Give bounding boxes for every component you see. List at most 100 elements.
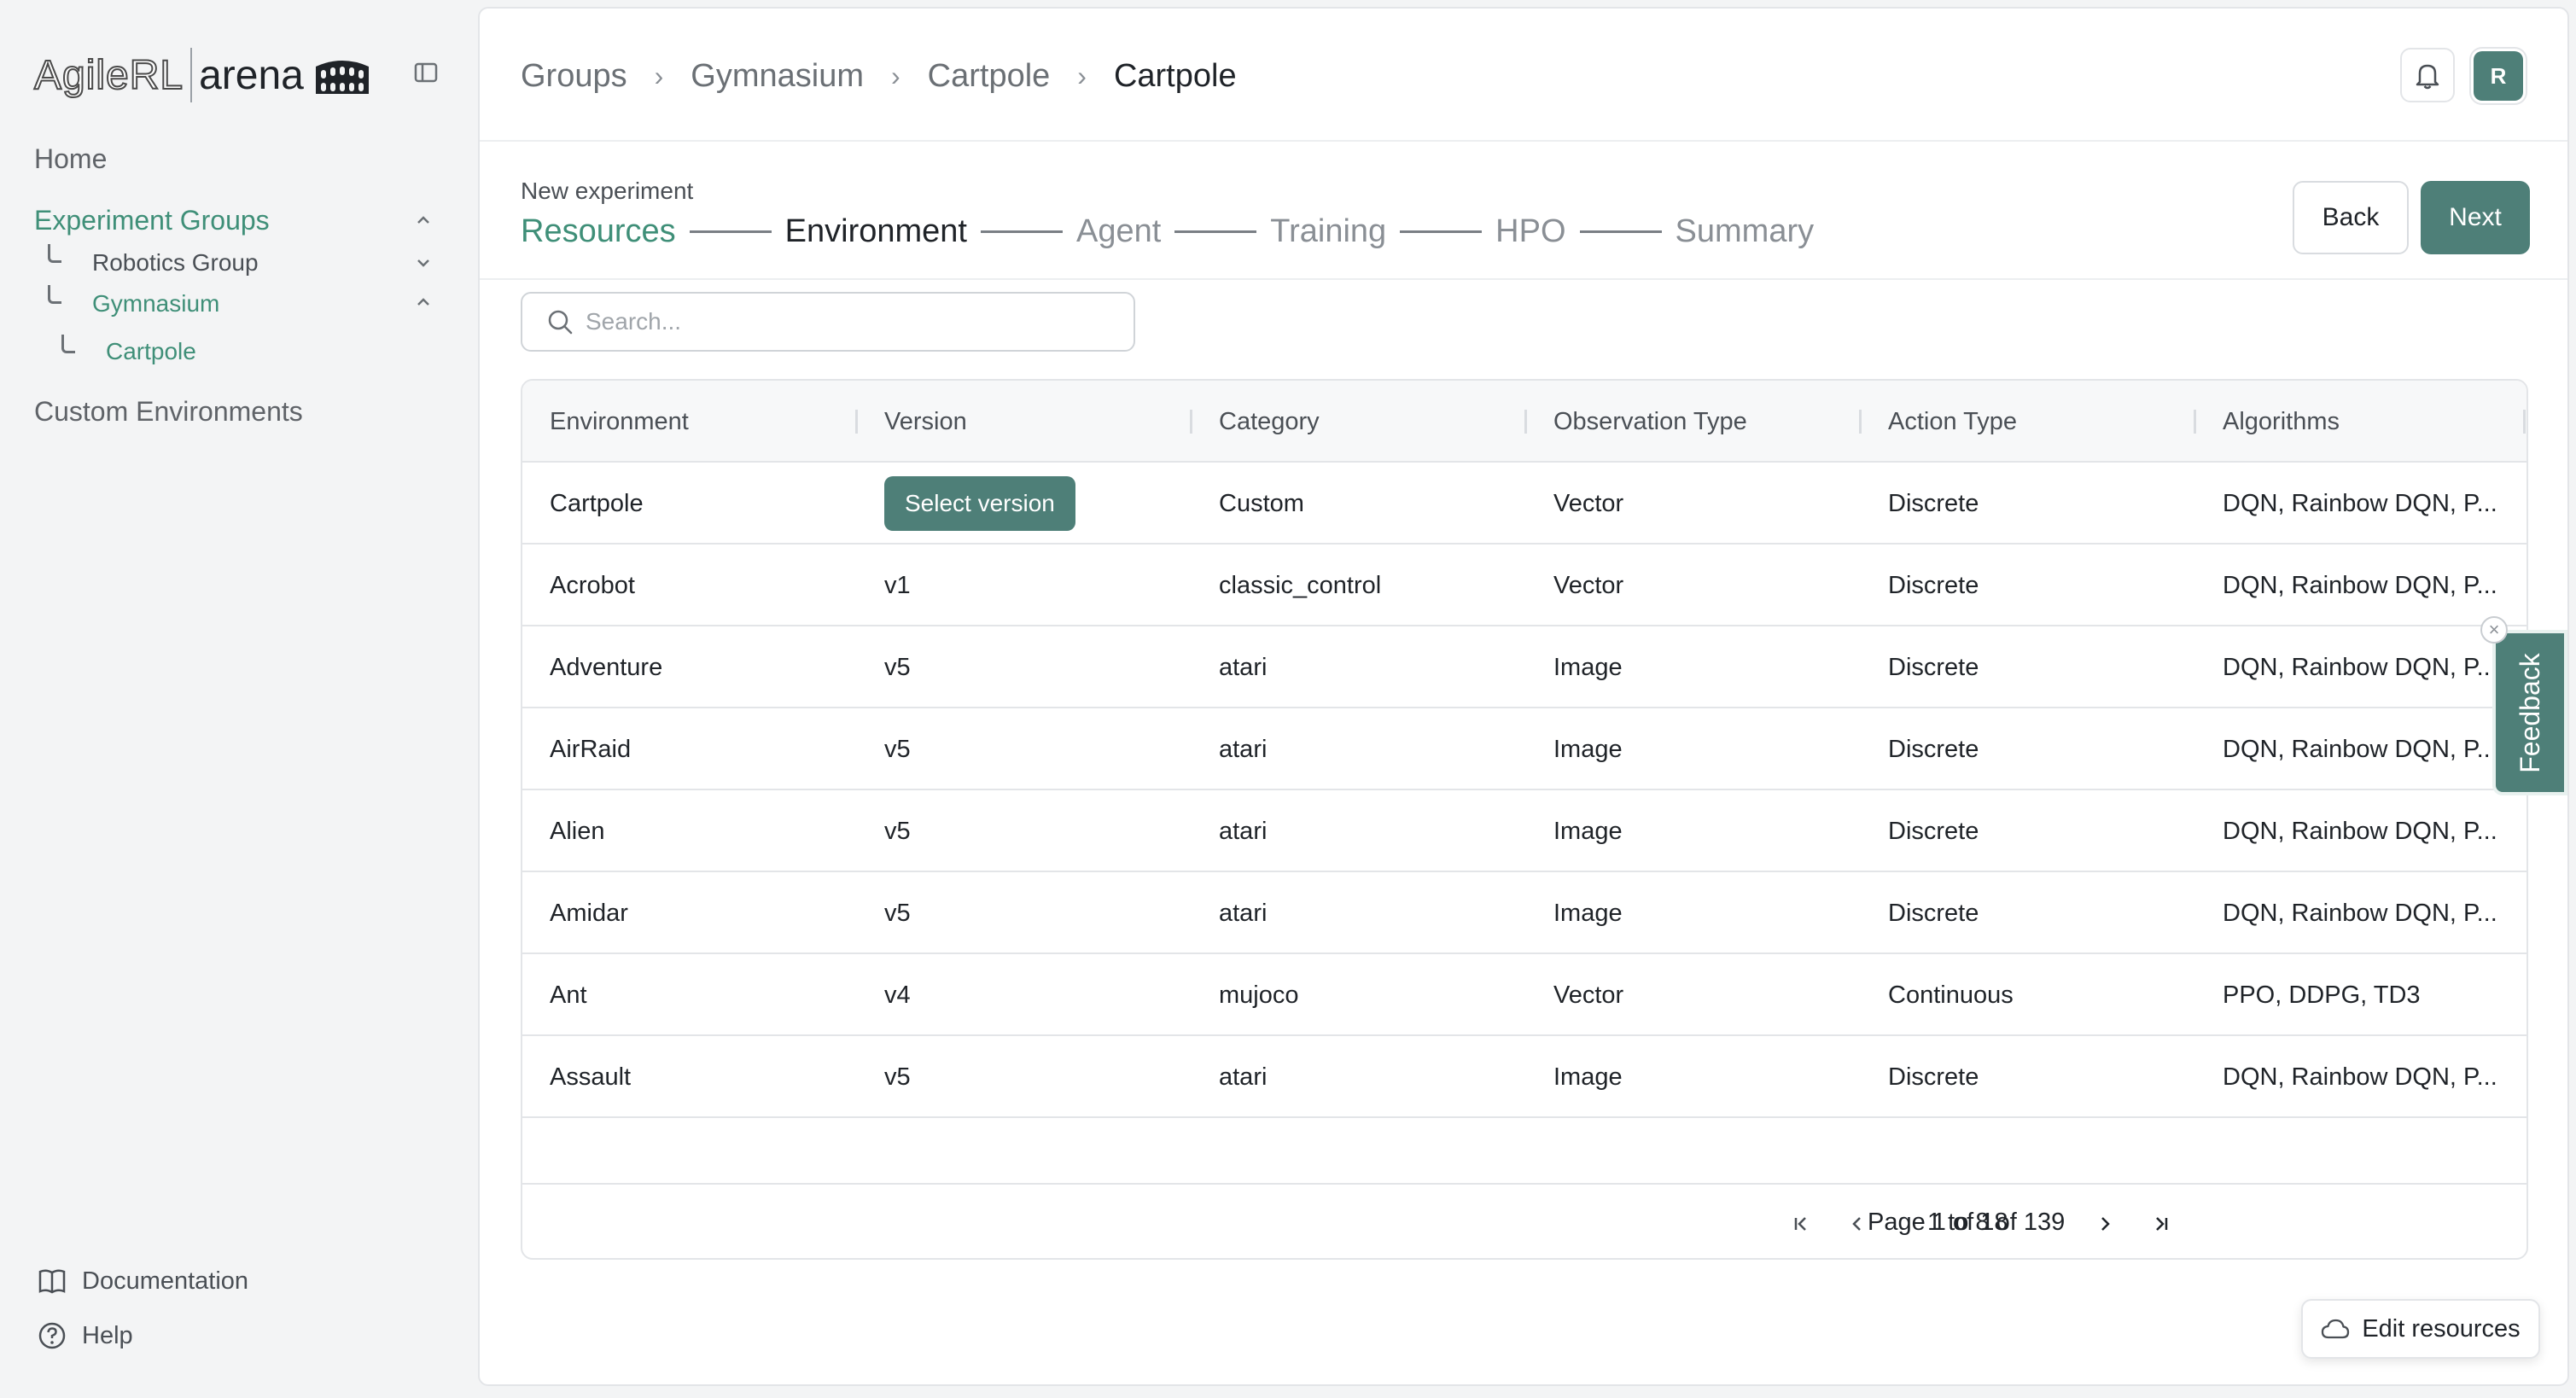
cell-algorithms: PPO, DDPG, TD3 <box>2223 981 2421 1009</box>
feedback-label: Feedback <box>2514 652 2545 773</box>
cell-action-type: Discrete <box>1888 489 1979 517</box>
page-indicator: Page 1 of 18 <box>1868 1209 2008 1236</box>
step-connector <box>1400 230 1483 233</box>
cell-observation-type: Image <box>1553 817 1623 845</box>
step-agent[interactable]: Agent <box>1076 213 1161 250</box>
sidebar-experiment-cartpole[interactable]: Cartpole <box>106 338 196 365</box>
next-page-button[interactable] <box>2088 1207 2122 1241</box>
table-row[interactable]: Ant v4 mujoco Vector Continuous PPO, DDP… <box>522 954 2526 1036</box>
feedback-tab[interactable]: Feedback <box>2492 630 2567 795</box>
cell-environment: Acrobot <box>550 571 635 599</box>
cell-version: v5 <box>884 1063 911 1091</box>
column-environment[interactable]: Environment <box>522 381 689 463</box>
documentation-link[interactable]: Documentation <box>38 1267 248 1296</box>
nav-experiment-groups[interactable]: Experiment Groups <box>34 205 270 236</box>
step-hpo[interactable]: HPO <box>1495 213 1565 250</box>
breadcrumb-gymnasium[interactable]: Gymnasium <box>691 58 864 95</box>
cell-version: v5 <box>884 899 911 927</box>
feedback-close-button[interactable]: × <box>2480 616 2508 644</box>
back-button[interactable]: Back <box>2293 181 2409 254</box>
next-button[interactable]: Next <box>2421 181 2530 254</box>
step-environment[interactable]: Environment <box>785 213 967 250</box>
chevron-up-icon[interactable] <box>413 292 434 312</box>
help-link[interactable]: Help <box>38 1321 133 1350</box>
cell-algorithms: DQN, Rainbow DQN, P... <box>2223 899 2497 927</box>
cell-version: v4 <box>884 981 911 1009</box>
step-resources[interactable]: Resources <box>521 213 676 250</box>
next-page-icon <box>2101 1217 2110 1231</box>
cell-action-type: Discrete <box>1888 899 1979 927</box>
search-input[interactable] <box>586 308 1098 335</box>
cell-algorithms: DQN, Rainbow DQN, P... <box>2223 489 2497 517</box>
tree-connector <box>48 244 61 263</box>
sidebar-group-robotics[interactable]: Robotics Group <box>92 249 259 277</box>
column-resize-handle[interactable] <box>2523 410 2526 434</box>
notifications-button[interactable] <box>2400 48 2455 102</box>
wizard-stepper: Resources Environment Agent Training HPO… <box>521 213 1814 250</box>
select-version-button[interactable]: Select version <box>884 476 1075 531</box>
column-algorithms[interactable]: Algorithms <box>2195 381 2340 463</box>
table-row[interactable]: Assault v5 atari Image Discrete DQN, Rai… <box>522 1036 2526 1118</box>
nav-home[interactable]: Home <box>34 143 107 175</box>
cell-version: v5 <box>884 735 911 763</box>
table-row[interactable]: Adventure v5 atari Image Discrete DQN, R… <box>522 626 2526 708</box>
cell-action-type: Discrete <box>1888 571 1979 599</box>
close-icon: × <box>2488 619 2500 640</box>
cell-observation-type: Image <box>1553 1063 1623 1091</box>
breadcrumb-cartpole-group[interactable]: Cartpole <box>928 58 1051 95</box>
help-icon <box>38 1322 66 1349</box>
cell-action-type: Discrete <box>1888 653 1979 681</box>
logo-agilerl: AgileRL <box>33 52 184 99</box>
edit-resources-button[interactable]: Edit resources <box>2301 1299 2540 1359</box>
cloud-icon <box>2322 1319 2350 1339</box>
first-page-button[interactable] <box>1784 1207 1818 1241</box>
chevron-right-icon: › <box>654 61 664 91</box>
cell-environment: AirRaid <box>550 735 632 763</box>
cell-observation-type: Image <box>1553 899 1623 927</box>
sidebar: AgileRL arena Home Experiment Groups Rob… <box>0 0 475 1398</box>
documentation-label: Documentation <box>82 1267 249 1295</box>
column-version[interactable]: Version <box>857 381 967 463</box>
cell-category: atari <box>1219 653 1268 681</box>
logo-arena: arena <box>199 52 304 98</box>
cell-environment: Assault <box>550 1063 632 1091</box>
app-logo[interactable]: AgileRL arena <box>33 48 372 102</box>
table-row[interactable]: AirRaid v5 atari Image Discrete DQN, Rai… <box>522 708 2526 790</box>
table-row[interactable]: Acrobot v1 classic_control Vector Discre… <box>522 545 2526 626</box>
search-box[interactable] <box>521 292 1135 352</box>
step-summary[interactable]: Summary <box>1676 213 1815 250</box>
chevron-up-icon[interactable] <box>413 210 434 230</box>
colosseum-icon <box>315 61 369 94</box>
environments-table: Environment Version Category Observation… <box>521 379 2528 1260</box>
nav-custom-environments[interactable]: Custom Environments <box>34 396 303 428</box>
sidebar-group-gymnasium[interactable]: Gymnasium <box>92 290 219 317</box>
book-icon <box>38 1269 66 1294</box>
table-row[interactable]: Amidar v5 atari Image Discrete DQN, Rain… <box>522 872 2526 954</box>
column-observation-type[interactable]: Observation Type <box>1526 381 1747 463</box>
sidebar-collapse-icon[interactable] <box>413 60 439 85</box>
column-category[interactable]: Category <box>1192 381 1320 463</box>
table-row[interactable]: Cartpole Select version Custom Vector Di… <box>522 463 2526 545</box>
chevron-right-icon: › <box>1077 61 1087 91</box>
step-training[interactable]: Training <box>1270 213 1386 250</box>
cell-category: Custom <box>1219 489 1304 517</box>
cell-category: atari <box>1219 735 1268 763</box>
cell-action-type: Discrete <box>1888 1063 1979 1091</box>
wizard-header: New experiment Resources Environment Age… <box>480 143 2567 280</box>
cell-category: mujoco <box>1219 981 1299 1009</box>
last-page-button[interactable] <box>2144 1207 2178 1241</box>
edit-resources-label: Edit resources <box>2362 1314 2521 1343</box>
chevron-down-icon[interactable] <box>413 253 434 273</box>
cell-action-type: Discrete <box>1888 817 1979 845</box>
column-action-type[interactable]: Action Type <box>1861 381 2017 463</box>
cell-version: v5 <box>884 653 911 681</box>
tree-connector <box>48 285 61 304</box>
top-bar: Groups › Gymnasium › Cartpole › Cartpole… <box>480 9 2567 142</box>
cell-observation-type: Vector <box>1553 981 1624 1009</box>
breadcrumb-groups[interactable]: Groups <box>521 58 627 95</box>
cell-algorithms: DQN, Rainbow DQN, P... <box>2223 571 2497 599</box>
cell-algorithms: DQN, Rainbow DQN, P... <box>2223 1063 2497 1091</box>
avatar[interactable]: R <box>2474 51 2523 101</box>
table-row[interactable]: Alien v5 atari Image Discrete DQN, Rainb… <box>522 790 2526 872</box>
cell-observation-type: Vector <box>1553 489 1624 517</box>
